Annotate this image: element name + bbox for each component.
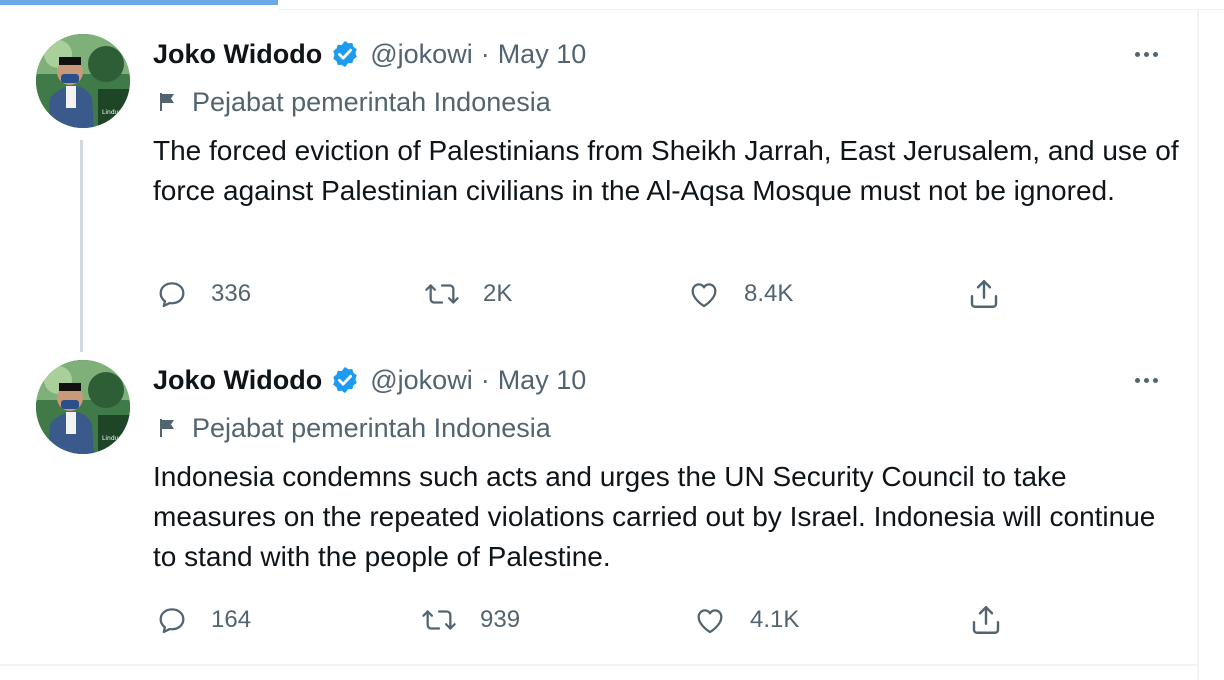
like-icon	[686, 277, 722, 311]
thread-connector-line	[80, 140, 83, 352]
share-button[interactable]	[966, 276, 1024, 312]
like-icon	[692, 603, 728, 637]
flag-icon	[156, 90, 180, 114]
avatar[interactable]: Lindungi	[36, 34, 130, 128]
share-icon	[966, 276, 1002, 312]
account-label-text: Pejabat pemerintah Indonesia	[192, 412, 551, 443]
retweet-count: 939	[480, 606, 521, 633]
retweet-icon	[420, 603, 458, 637]
like-count: 4.1K	[750, 606, 800, 633]
page-frame: Lindungi Joko Widodo @jokowi · May 10 Pe…	[0, 0, 1224, 680]
tweet-date[interactable]: May 10	[498, 39, 587, 70]
more-icon[interactable]	[1128, 364, 1164, 396]
tweet-actions: 336 2K 8.4K	[0, 276, 1197, 312]
reply-button[interactable]: 336	[155, 276, 251, 312]
like-button[interactable]: 4.1K	[692, 602, 799, 638]
account-label: Pejabat pemerintah Indonesia	[156, 410, 551, 446]
meta-separator: ·	[480, 364, 490, 395]
share-button[interactable]	[968, 602, 1026, 638]
display-name[interactable]: Joko Widodo	[153, 39, 322, 70]
retweet-icon	[423, 277, 461, 311]
tweet-text: Indonesia condemns such acts and urges t…	[153, 461, 1156, 572]
svg-text:Lindungi: Lindungi	[102, 109, 128, 116]
more-icon[interactable]	[1128, 38, 1164, 70]
retweet-count: 2K	[483, 280, 513, 307]
tweet-date[interactable]: May 10	[498, 365, 587, 396]
verified-badge-icon	[330, 365, 360, 395]
tweet-header: Joko Widodo @jokowi · May 10	[153, 360, 586, 400]
top-divider	[278, 9, 1224, 10]
tweet-text: The forced eviction of Palestinians from…	[153, 135, 1179, 206]
account-label: Pejabat pemerintah Indonesia	[156, 84, 551, 120]
reply-count: 336	[211, 280, 252, 307]
share-icon	[968, 602, 1004, 638]
reply-icon	[155, 603, 189, 637]
meta-separator: ·	[480, 38, 490, 69]
handle[interactable]: @jokowi	[370, 365, 472, 396]
reply-count: 164	[211, 606, 252, 633]
svg-text:Lindungi: Lindungi	[102, 435, 128, 442]
retweet-button[interactable]: 939	[420, 602, 520, 638]
tweet-header: Joko Widodo @jokowi · May 10	[153, 34, 586, 74]
retweet-button[interactable]: 2K	[423, 276, 512, 312]
flag-icon	[156, 416, 180, 440]
loading-bar	[0, 0, 278, 5]
avatar[interactable]: Lindungi	[36, 360, 130, 454]
like-count: 8.4K	[744, 280, 794, 307]
display-name[interactable]: Joko Widodo	[153, 365, 322, 396]
verified-badge-icon	[330, 39, 360, 69]
bottom-divider	[0, 664, 1197, 666]
account-label-text: Pejabat pemerintah Indonesia	[192, 86, 551, 117]
handle[interactable]: @jokowi	[370, 39, 472, 70]
tweet-actions: 164 939 4.1K	[0, 602, 1197, 638]
reply-icon	[155, 277, 189, 311]
right-divider	[1197, 9, 1199, 680]
reply-button[interactable]: 164	[155, 602, 251, 638]
like-button[interactable]: 8.4K	[686, 276, 793, 312]
